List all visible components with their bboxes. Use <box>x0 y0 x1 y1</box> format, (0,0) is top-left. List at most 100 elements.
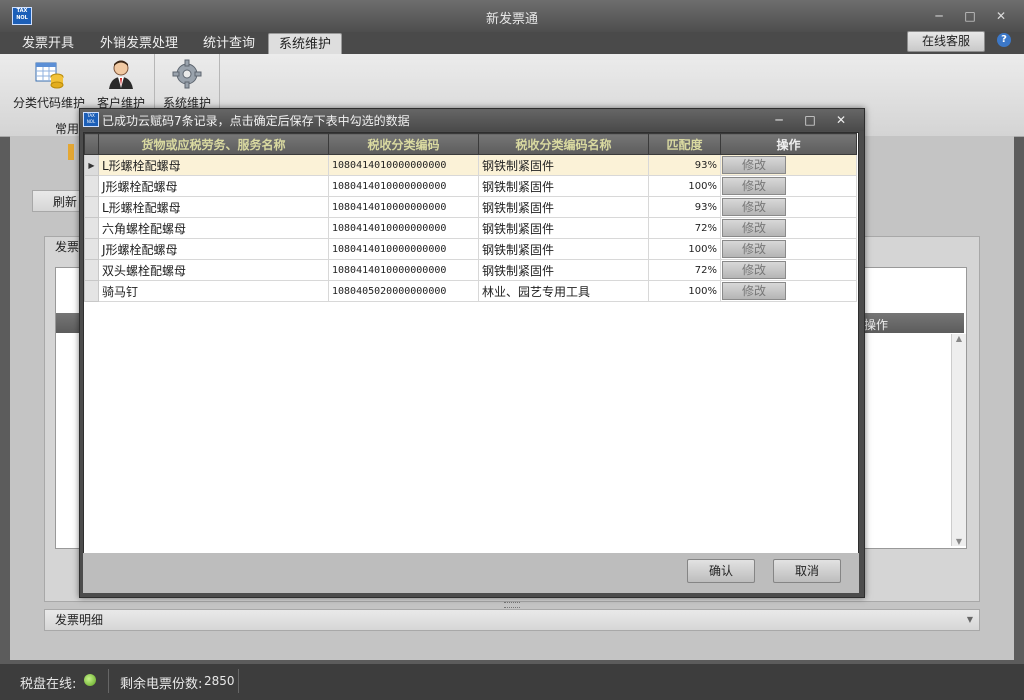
help-icon[interactable]: ? <box>997 33 1011 47</box>
refresh-label: 刷新 <box>53 195 78 209</box>
table-header-row: 货物或应税劳务、服务名称 税收分类编码 税收分类编码名称 匹配度 操作 <box>84 133 857 155</box>
remaining-count: 2850 <box>204 674 235 688</box>
cell-match: 100% <box>648 175 721 197</box>
cell-operation: 修改 <box>720 175 857 197</box>
ribbon-item-customer[interactable]: 客户维护 <box>84 58 158 111</box>
edit-button[interactable]: 修改 <box>722 261 786 279</box>
cell-code: 1080414010000000000 <box>328 217 479 239</box>
ribbon-item-system-maintenance[interactable]: 系统维护 <box>150 58 224 111</box>
app-title: 新发票通 <box>485 12 538 27</box>
cell-code: 1080405020000000000 <box>328 280 479 302</box>
edit-button[interactable]: 修改 <box>722 156 786 174</box>
edit-button[interactable]: 修改 <box>722 177 786 195</box>
invoice-panel-title: 发票 <box>55 240 80 254</box>
cell-match: 93% <box>648 154 721 176</box>
remaining-label: 剩余电票份数: <box>120 677 203 692</box>
cell-code: 1080414010000000000 <box>328 154 479 176</box>
confirm-button[interactable]: 确认 <box>687 559 755 583</box>
row-selector[interactable] <box>84 217 99 239</box>
main-tabbar: 发票开具 外销发票处理 统计查询 系统维护 <box>0 32 1024 55</box>
tab-system-maintenance[interactable]: 系统维护 <box>268 33 343 55</box>
row-header-corner <box>84 133 99 155</box>
cell-operation: 修改 <box>720 259 857 281</box>
table-row[interactable]: 骑马钉 1080405020000000000 林业、园艺专用工具 100% 修… <box>84 280 857 302</box>
dialog-maximize-icon[interactable]: □ <box>801 111 819 129</box>
cell-name: 六角螺栓配螺母 <box>98 217 329 239</box>
statusbar: 税盘在线: 剩余电票份数: 2850 <box>0 664 1024 700</box>
cell-name: 双头螺栓配螺母 <box>98 259 329 281</box>
cell-name: J形螺栓配螺母 <box>98 238 329 260</box>
chevron-down-icon[interactable]: ▼ <box>967 610 973 630</box>
cell-code: 1080414010000000000 <box>328 238 479 260</box>
row-selector[interactable] <box>84 238 99 260</box>
table-row[interactable]: J形螺栓配螺母 1080414010000000000 钢铁制紧固件 100% … <box>84 238 857 260</box>
tab-invoice-issue[interactable]: 发票开具 <box>12 33 84 54</box>
edit-button[interactable]: 修改 <box>722 219 786 237</box>
cell-code-name: 林业、园艺专用工具 <box>478 280 649 302</box>
table-row[interactable]: L形螺栓配螺母 1080414010000000000 钢铁制紧固件 93% 修… <box>84 196 857 218</box>
column-header-name[interactable]: 货物或应税劳务、服务名称 <box>98 133 329 155</box>
status-divider <box>108 669 109 693</box>
dialog-minimize-icon[interactable]: ─ <box>770 111 788 129</box>
cell-match: 93% <box>648 196 721 218</box>
cell-code: 1080414010000000000 <box>328 259 479 281</box>
row-selector-arrow-icon[interactable]: ▶ <box>84 154 99 176</box>
column-header-code[interactable]: 税收分类编码 <box>328 133 479 155</box>
dialog-title: 已成功云赋码7条记录，点击确定后保存下表中勾选的数据 <box>102 114 410 128</box>
tab-statistics[interactable]: 统计查询 <box>193 33 265 54</box>
maximize-icon[interactable]: □ <box>961 7 979 25</box>
dialog-close-icon[interactable]: ✕ <box>832 111 850 129</box>
online-service-button[interactable]: 在线客服 <box>907 31 985 52</box>
disk-online-label: 税盘在线: <box>20 677 77 692</box>
cell-match: 72% <box>648 217 721 239</box>
vertical-scrollbar[interactable]: ▲ ▼ <box>951 334 966 546</box>
table-row[interactable]: J形螺栓配螺母 1080414010000000000 钢铁制紧固件 100% … <box>84 175 857 197</box>
cancel-button[interactable]: 取消 <box>773 559 841 583</box>
edit-button[interactable]: 修改 <box>722 240 786 258</box>
tab-export-invoice[interactable]: 外销发票处理 <box>90 33 188 54</box>
ribbon-group-label: 常用 <box>55 122 80 136</box>
cell-match: 72% <box>648 259 721 281</box>
ribbon-item-category-code[interactable]: 分类代码维护 <box>12 58 86 111</box>
cell-name: J形螺栓配螺母 <box>98 175 329 197</box>
row-selector[interactable] <box>84 196 99 218</box>
cell-name: L形螺栓配螺母 <box>98 196 329 218</box>
cell-match: 100% <box>648 280 721 302</box>
table-row[interactable]: ▶ L形螺栓配螺母 1080414010000000000 钢铁制紧固件 93%… <box>84 154 857 176</box>
dialog-titlebar[interactable]: TAX NOL 已成功云赋码7条记录，点击确定后保存下表中勾选的数据 ─ □ ✕ <box>80 109 864 131</box>
cell-code: 1080414010000000000 <box>328 196 479 218</box>
cell-code-name: 钢铁制紧固件 <box>478 175 649 197</box>
edit-button[interactable]: 修改 <box>722 198 786 216</box>
column-header-match[interactable]: 匹配度 <box>648 133 721 155</box>
status-divider <box>238 669 239 693</box>
cell-operation: 修改 <box>720 196 857 218</box>
coding-result-table: 货物或应税劳务、服务名称 税收分类编码 税收分类编码名称 匹配度 操作 ▶ L形… <box>84 133 857 302</box>
dialog-footer: 确认 取消 <box>83 553 859 593</box>
minimize-icon[interactable]: ─ <box>930 7 948 25</box>
tab-marker <box>68 144 74 160</box>
refresh-button[interactable]: 刷新 <box>32 190 82 212</box>
dialog-logo: TAX NOL <box>83 112 99 127</box>
splitter-handle[interactable] <box>504 602 520 608</box>
row-selector[interactable] <box>84 280 99 302</box>
row-selector[interactable] <box>84 259 99 281</box>
column-header-code-name[interactable]: 税收分类编码名称 <box>478 133 649 155</box>
cell-name: 骑马钉 <box>98 280 329 302</box>
invoice-detail-header[interactable]: 发票明细 ▼ <box>44 609 980 631</box>
column-header-operation: 操作 <box>720 133 857 155</box>
table-row[interactable]: 双头螺栓配螺母 1080414010000000000 钢铁制紧固件 72% 修… <box>84 259 857 281</box>
cell-code-name: 钢铁制紧固件 <box>478 259 649 281</box>
cell-operation: 修改 <box>720 217 857 239</box>
cell-match: 100% <box>648 238 721 260</box>
scroll-up-icon[interactable]: ▲ <box>952 334 966 343</box>
table-row[interactable]: 六角螺栓配螺母 1080414010000000000 钢铁制紧固件 72% 修… <box>84 217 857 239</box>
edit-button[interactable]: 修改 <box>722 282 786 300</box>
coding-result-grid: 货物或应税劳务、服务名称 税收分类编码 税收分类编码名称 匹配度 操作 ▶ L形… <box>83 132 859 554</box>
scroll-down-icon[interactable]: ▼ <box>952 537 966 546</box>
invoice-detail-label: 发票明细 <box>55 613 104 627</box>
cell-code-name: 钢铁制紧固件 <box>478 217 649 239</box>
row-selector[interactable] <box>84 175 99 197</box>
close-icon[interactable]: ✕ <box>992 7 1010 25</box>
cell-code-name: 钢铁制紧固件 <box>478 154 649 176</box>
cell-operation: 修改 <box>720 238 857 260</box>
